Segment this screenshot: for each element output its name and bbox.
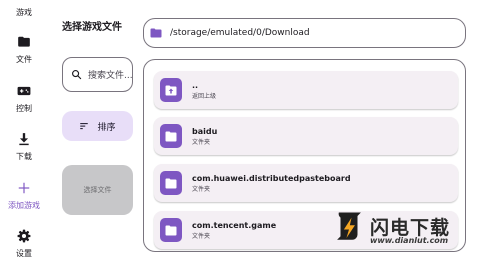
file-subtitle: 文件夹 <box>192 185 211 193</box>
page-title: 选择游戏文件 <box>62 22 122 33</box>
file-name: com.huawei.distributedpasteboard <box>192 173 351 183</box>
select-file-button-label: 选择文件 <box>83 186 112 194</box>
nav-item-files[interactable]: 文件 <box>0 35 48 65</box>
gear-icon <box>17 229 31 243</box>
watermark: 闪电下载 www.dianlut.com <box>332 206 472 262</box>
nav-label-settings: 设置 <box>16 249 32 258</box>
nav-item-add-game[interactable]: 添加游戏 <box>0 181 48 211</box>
folder-up-icon <box>160 78 182 102</box>
download-icon <box>19 133 29 146</box>
search-input[interactable]: 搜索文件... <box>62 57 133 92</box>
nav-item-games[interactable]: 游戏 <box>0 8 48 18</box>
folder-icon <box>18 36 30 47</box>
sort-button-label: 排序 <box>97 122 116 133</box>
file-subtitle: 文件夹 <box>192 232 211 240</box>
search-icon <box>72 70 82 80</box>
file-name: baidu <box>192 126 218 136</box>
nav-label-files: 文件 <box>16 55 32 64</box>
controller-icon <box>17 86 31 96</box>
folder-icon <box>150 28 162 38</box>
file-list-item-parent[interactable]: .. 返回上级 <box>154 71 458 109</box>
nav-label-games: 游戏 <box>16 8 32 17</box>
folder-icon <box>160 124 182 148</box>
search-placeholder: 搜索文件... <box>88 71 132 81</box>
select-file-button[interactable]: 选择文件 <box>62 165 133 215</box>
file-name: com.tencent.game <box>192 220 277 230</box>
nav-item-downloads[interactable]: 下载 <box>0 132 48 162</box>
file-list-item-baidu[interactable]: baidu 文件夹 <box>154 117 458 155</box>
current-path: /storage/emulated/0/Download <box>170 28 310 38</box>
file-name: .. <box>192 80 199 90</box>
watermark-url: www.dianlut.com <box>370 236 449 245</box>
folder-icon <box>160 218 182 242</box>
file-list-item-huawei[interactable]: com.huawei.distributedpasteboard 文件夹 <box>154 164 458 202</box>
sort-icon <box>80 123 89 130</box>
file-subtitle: 返回上级 <box>192 92 217 100</box>
sort-button[interactable]: 排序 <box>62 111 133 141</box>
nav-item-settings[interactable]: 设置 <box>0 229 48 259</box>
navigation-rail: 游戏 文件 控制 下载 添加游戏 设置 <box>0 0 48 270</box>
nav-label-downloads: 下载 <box>16 152 32 161</box>
lightning-logo-icon <box>337 212 361 240</box>
nav-item-controls[interactable]: 控制 <box>0 84 48 114</box>
folder-icon <box>160 171 182 195</box>
nav-label-controls: 控制 <box>16 104 32 113</box>
path-bar[interactable]: /storage/emulated/0/Download <box>143 18 466 48</box>
nav-label-add-game: 添加游戏 <box>8 201 40 210</box>
plus-icon <box>18 182 30 194</box>
file-subtitle: 文件夹 <box>192 138 211 146</box>
